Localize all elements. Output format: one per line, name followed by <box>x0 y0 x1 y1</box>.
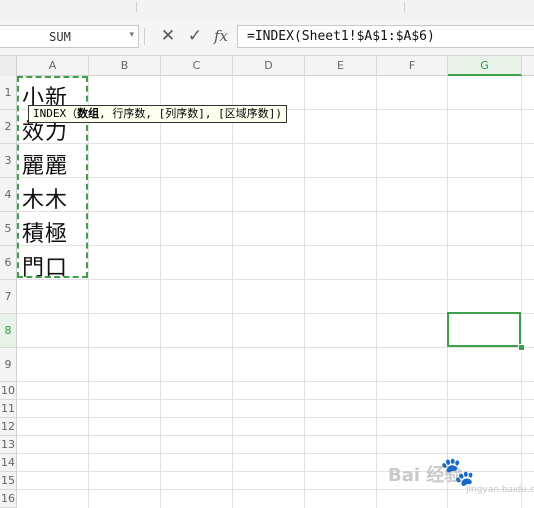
column-header-c[interactable]: C <box>161 56 233 76</box>
column-header-b[interactable]: B <box>89 56 161 76</box>
row-header-13[interactable]: 13 <box>0 436 17 454</box>
grid-line <box>17 245 534 246</box>
column-header-g[interactable]: G <box>448 56 522 76</box>
row-header-3[interactable]: 3 <box>0 144 17 178</box>
watermark-url: jingyan.baidu.com <box>466 485 534 495</box>
grid-line <box>17 279 534 280</box>
row-header-7[interactable]: 7 <box>0 280 17 314</box>
row-header-6[interactable]: 6 <box>0 246 17 280</box>
column-header-row: A B C D E F G <box>0 56 534 76</box>
row-header-5[interactable]: 5 <box>0 212 17 246</box>
paw-icon: 🐾 <box>440 455 475 488</box>
column-header-d[interactable]: D <box>233 56 305 76</box>
cancel-icon[interactable]: ✕ <box>158 26 178 46</box>
tooltip-function-name: INDEX <box>33 107 67 120</box>
select-all-corner[interactable] <box>0 56 17 76</box>
grid-line <box>17 177 534 178</box>
grid-line <box>17 211 534 212</box>
row-header-11[interactable]: 11 <box>0 400 17 418</box>
formula-input[interactable]: =INDEX(Sheet1!$A$1:$A$6) <box>237 25 534 48</box>
insert-function-icon[interactable]: fx <box>211 26 231 46</box>
grid-line <box>521 76 522 508</box>
column-header-e[interactable]: E <box>305 56 377 76</box>
row-header-14[interactable]: 14 <box>0 454 17 472</box>
grid-line <box>232 76 233 508</box>
baidu-jingyan-watermark: Bai 经验 🐾 jingyan.baidu.com <box>388 453 534 503</box>
grid-line <box>160 76 161 508</box>
row-header-9[interactable]: 9 <box>0 348 17 382</box>
function-signature-tooltip: INDEX（数组, 行序数, [列序数], [区域序数]) <box>28 105 287 123</box>
name-box-value: SUM <box>49 30 71 44</box>
grid-line <box>376 76 377 508</box>
row-header-4[interactable]: 4 <box>0 178 17 212</box>
row-header-12[interactable]: 12 <box>0 418 17 436</box>
formula-text: =INDEX(Sheet1!$A$1:$A$6) <box>247 29 435 44</box>
column-header-a[interactable]: A <box>17 56 89 76</box>
row-header-1[interactable]: 1 <box>0 76 17 110</box>
grid-line <box>17 381 534 382</box>
grid-line <box>17 399 534 400</box>
grid-line <box>447 76 448 508</box>
grid-line <box>304 76 305 508</box>
confirm-icon[interactable]: ✓ <box>185 26 205 46</box>
row-header-10[interactable]: 10 <box>0 382 17 400</box>
ribbon-divider <box>404 2 405 12</box>
grid-line <box>17 435 534 436</box>
row-header-8[interactable]: 8 <box>0 314 17 348</box>
grid-line <box>88 76 89 508</box>
row-header-15[interactable]: 15 <box>0 472 17 490</box>
active-cell-g8[interactable] <box>447 312 521 347</box>
chevron-down-icon[interactable]: ▾ <box>129 30 134 40</box>
tooltip-active-argument: 数组 <box>77 107 100 120</box>
grid-line <box>17 143 534 144</box>
fill-handle[interactable] <box>518 344 525 351</box>
spreadsheet-grid[interactable]: A B C D E F G 1 2 3 4 5 6 7 8 9 10 11 12… <box>0 56 534 508</box>
tooltip-other-arguments: 行序数, [列序数], [区域序数]) <box>112 107 282 120</box>
column-header-f[interactable]: F <box>377 56 448 76</box>
ribbon-divider <box>136 2 137 12</box>
row-header-2[interactable]: 2 <box>0 110 17 144</box>
grid-line <box>17 347 534 348</box>
name-box[interactable]: SUM ▾ <box>0 25 139 48</box>
formula-bar: SUM ▾ ✕ ✓ fx =INDEX(Sheet1!$A$1:$A$6) <box>0 19 534 56</box>
grid-line <box>17 417 534 418</box>
row-header-16[interactable]: 16 <box>0 490 17 508</box>
formula-bar-divider <box>144 28 145 45</box>
ribbon-bottom-strip <box>0 0 534 20</box>
